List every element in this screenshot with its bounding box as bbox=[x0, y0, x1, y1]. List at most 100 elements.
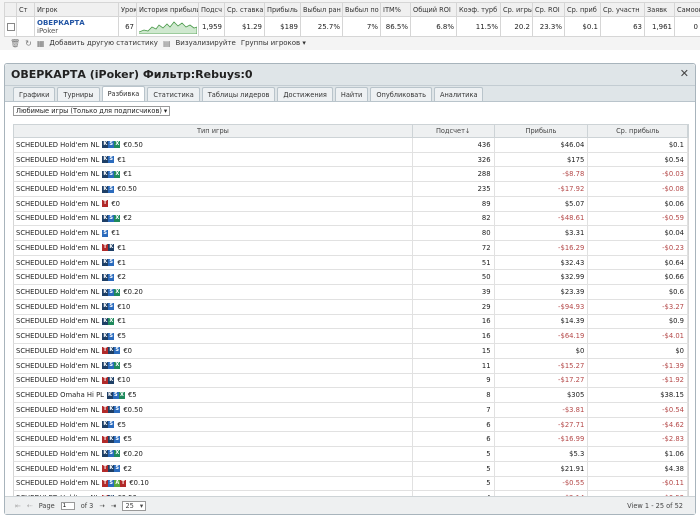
page-number-input[interactable] bbox=[60, 501, 75, 510]
game-badges: KSX bbox=[102, 170, 121, 178]
game-badges: KSX bbox=[102, 141, 121, 149]
game-buyin: €0 bbox=[111, 199, 120, 208]
tab-8[interactable]: Аналитика bbox=[433, 87, 484, 101]
table-row[interactable]: SCHEDULED Hold'em NL K S X €1 288 -$8.78 -$0.03 bbox=[13, 167, 689, 183]
row-checkbox[interactable] bbox=[7, 22, 15, 31]
add-stat-link[interactable]: Добавить другую статистику bbox=[49, 39, 158, 47]
table-row[interactable]: SCHEDULED Hold'em NL K S X €2 82 -$48.61 -$0.59 bbox=[13, 211, 689, 227]
table-row[interactable]: SCHEDULED Hold'em NL K S X €5 11 -$15.27 -$1.39 bbox=[13, 358, 689, 374]
stats-header-0[interactable]: Ст bbox=[16, 2, 35, 17]
profit-cell: -$0.55 bbox=[495, 476, 589, 491]
trash-icon[interactable]: 🗑 bbox=[10, 39, 20, 48]
stats-header-5[interactable]: Ср. ставка bbox=[224, 2, 265, 17]
stats-header-15[interactable]: Ср. участн bbox=[600, 2, 645, 17]
tab-6[interactable]: Найти bbox=[334, 87, 369, 101]
profit-cell: $46.04 bbox=[495, 138, 589, 152]
column-header-profit[interactable]: Прибыль bbox=[495, 125, 589, 137]
game-format-badge: S bbox=[102, 229, 109, 237]
profit-cell: $3.31 bbox=[495, 226, 589, 241]
next-page-icon[interactable]: ⇢ bbox=[99, 502, 105, 510]
stat-value: 1,959 bbox=[201, 22, 222, 31]
table-row[interactable]: SCHEDULED Hold'em NL K S €1 51 $32.43 $0.64 bbox=[13, 255, 689, 271]
column-header-game-type[interactable]: Тип игры bbox=[14, 125, 413, 137]
stats-header-12[interactable]: Ср. игры bbox=[500, 2, 533, 17]
table-row[interactable]: SCHEDULED Hold'em NL T K S €5 6 -$16.99 -$2.83 bbox=[13, 432, 689, 448]
stat-cell: 6.8% bbox=[410, 16, 457, 37]
table-row[interactable]: SCHEDULED Hold'em NL K S €5 6 -$27.71 -$4.62 bbox=[13, 417, 689, 433]
tab-5[interactable]: Достижения bbox=[277, 87, 333, 101]
profit-cell: -$16.99 bbox=[495, 432, 589, 447]
table-row[interactable]: SCHEDULED Hold'em NL T K €10 9 -$17.27 -$1.92 bbox=[13, 373, 689, 389]
tab-2[interactable]: Разбивка bbox=[101, 86, 146, 101]
last-page-icon[interactable]: ⇥ bbox=[111, 502, 117, 510]
close-icon[interactable]: ✕ bbox=[680, 67, 689, 80]
stats-header-1[interactable]: Игрок bbox=[34, 2, 119, 17]
table-row[interactable]: SCHEDULED Hold'em NL T K €1 72 -$16.29 -$0.23 bbox=[13, 241, 689, 256]
table-row[interactable]: SCHEDULED Hold'em NL T K S €0.50 7 -$3.81 -$0.5… bbox=[13, 402, 689, 418]
table-row[interactable]: SCHEDULED Hold'em NL T K S €2 5 $21.91 $4.38 bbox=[13, 461, 689, 477]
table-row[interactable]: SCHEDULED Hold'em NL K S €10 29 -$94.93 -$3.27 bbox=[13, 299, 689, 315]
table-row[interactable]: SCHEDULED Hold'em NL T €0 89 $5.07 $0.06 bbox=[13, 196, 689, 212]
count-cell: 16 bbox=[413, 314, 495, 329]
table-row[interactable]: SCHEDULED Hold'em NL K S X €0.20 39 $23.39 $0.6 bbox=[13, 285, 689, 300]
profit-cell: -$8.78 bbox=[495, 167, 589, 182]
stats-header-3[interactable]: История прибыли bbox=[136, 2, 199, 17]
table-row[interactable]: SCHEDULED Hold'em NL K S X €0.50 436 $46.04 $0.… bbox=[13, 138, 689, 153]
rows-per-page-select[interactable]: 25 ▾ bbox=[122, 500, 147, 511]
table-row[interactable]: SCHEDULED Hold'em NL T S A T €0.10 5 -$0.55 -$0.… bbox=[13, 476, 689, 492]
table-row[interactable]: SCHEDULED Hold'em NL S €1 80 $3.31 $0.04 bbox=[13, 226, 689, 242]
tab-3[interactable]: Статистика bbox=[147, 87, 200, 101]
first-page-icon[interactable]: ⇤ bbox=[15, 502, 21, 510]
tab-0[interactable]: Графики bbox=[13, 87, 56, 101]
stats-header-16[interactable]: Заявк bbox=[644, 2, 675, 17]
count-cell: 16 bbox=[413, 329, 495, 344]
table-row[interactable]: SCHEDULED Hold'em NL K S X €0.20 5 $5.3 $1.06 bbox=[13, 447, 689, 462]
table-row[interactable]: SCHEDULED Hold'em NL K S €2 50 $32.99 $0.66 bbox=[13, 270, 689, 286]
count-cell: 8 bbox=[413, 388, 495, 402]
stats-toolbar: 🗑 ↻ ▦ Добавить другую статистику ▤ Визуа… bbox=[10, 38, 306, 48]
stats-header-11[interactable]: Коэф. турб bbox=[456, 2, 501, 17]
table-row[interactable]: SCHEDULED Hold'em NL K S €0.50 235 -$17.92 -$0… bbox=[13, 182, 689, 197]
stats-header-10[interactable]: Общий ROI bbox=[410, 2, 457, 17]
table-row[interactable]: SCHEDULED Hold'em NL K X €1 16 $14.39 $0.9 bbox=[13, 314, 689, 330]
game-type-cell: SCHEDULED Hold'em NL K S X €5 bbox=[14, 358, 413, 373]
table-row[interactable]: SCHEDULED Hold'em NL K S €1 326 $175 $0.54 bbox=[13, 152, 689, 168]
tab-1[interactable]: Турниры bbox=[57, 87, 100, 101]
game-buyin: €5 bbox=[117, 420, 126, 429]
column-header-count[interactable]: Подсчет ↓ bbox=[413, 125, 495, 137]
profit-cell: $23.39 bbox=[495, 285, 589, 299]
stats-header-4[interactable]: Подсч bbox=[198, 2, 225, 17]
avg-profit-cell: $0.66 bbox=[588, 270, 688, 285]
stat-value: 63 bbox=[633, 22, 642, 31]
player-groups-dropdown[interactable]: Группы игроков ▾ bbox=[241, 39, 306, 47]
grid-header: Тип игры Подсчет ↓ Прибыль Ср. прибыль bbox=[13, 124, 689, 138]
tab-7[interactable]: Опубликовать bbox=[370, 87, 432, 101]
chevron-down-icon: ▾ bbox=[163, 107, 168, 115]
player-name-link[interactable]: ОВЕРКАРТА bbox=[37, 19, 116, 27]
count-cell: 288 bbox=[413, 167, 495, 182]
game-format-badge: S bbox=[108, 156, 115, 164]
table-row[interactable]: SCHEDULED Hold'em NL K S €5 16 -$64.19 -$4.01 bbox=[13, 329, 689, 345]
refresh-icon[interactable]: ↻ bbox=[25, 39, 32, 48]
game-type-cell: SCHEDULED Hold'em NL K S €10 bbox=[14, 299, 413, 314]
favorite-games-select[interactable]: Любимые игры (Только для подписчиков) ▾ bbox=[13, 106, 171, 116]
avg-profit-cell: $0 bbox=[588, 344, 688, 358]
stats-header-7[interactable]: Выбыл ран bbox=[300, 2, 343, 17]
stats-header-8[interactable]: Выбыл по bbox=[342, 2, 381, 17]
game-badges: TSAT bbox=[102, 479, 127, 487]
game-buyin: €2 bbox=[123, 464, 132, 473]
prev-page-icon[interactable]: ⇠ bbox=[27, 502, 33, 510]
stats-header-14[interactable]: Ср. приб bbox=[564, 2, 601, 17]
visualize-link[interactable]: Визуализируйте bbox=[176, 39, 236, 47]
stats-header-13[interactable]: Ср. ROI bbox=[532, 2, 565, 17]
tab-4[interactable]: Таблицы лидеров bbox=[201, 87, 276, 101]
stats-header-6[interactable]: Прибыль bbox=[264, 2, 301, 17]
game-name: SCHEDULED Hold'em NL bbox=[16, 155, 100, 164]
stats-header-9[interactable]: ITM% bbox=[380, 2, 411, 17]
table-row[interactable]: SCHEDULED Hold'em NL T K S €0 15 $0 $0 bbox=[13, 344, 689, 359]
stats-header-2[interactable]: Урок bbox=[118, 2, 137, 17]
column-header-avg-profit[interactable]: Ср. прибыль bbox=[588, 125, 688, 137]
table-row[interactable]: SCHEDULED Omaha Hi PL K S X €5 8 $305 $38.15 bbox=[13, 388, 689, 403]
stats-header-17[interactable]: Самоокупа bbox=[674, 2, 700, 17]
count-cell: 29 bbox=[413, 299, 495, 314]
